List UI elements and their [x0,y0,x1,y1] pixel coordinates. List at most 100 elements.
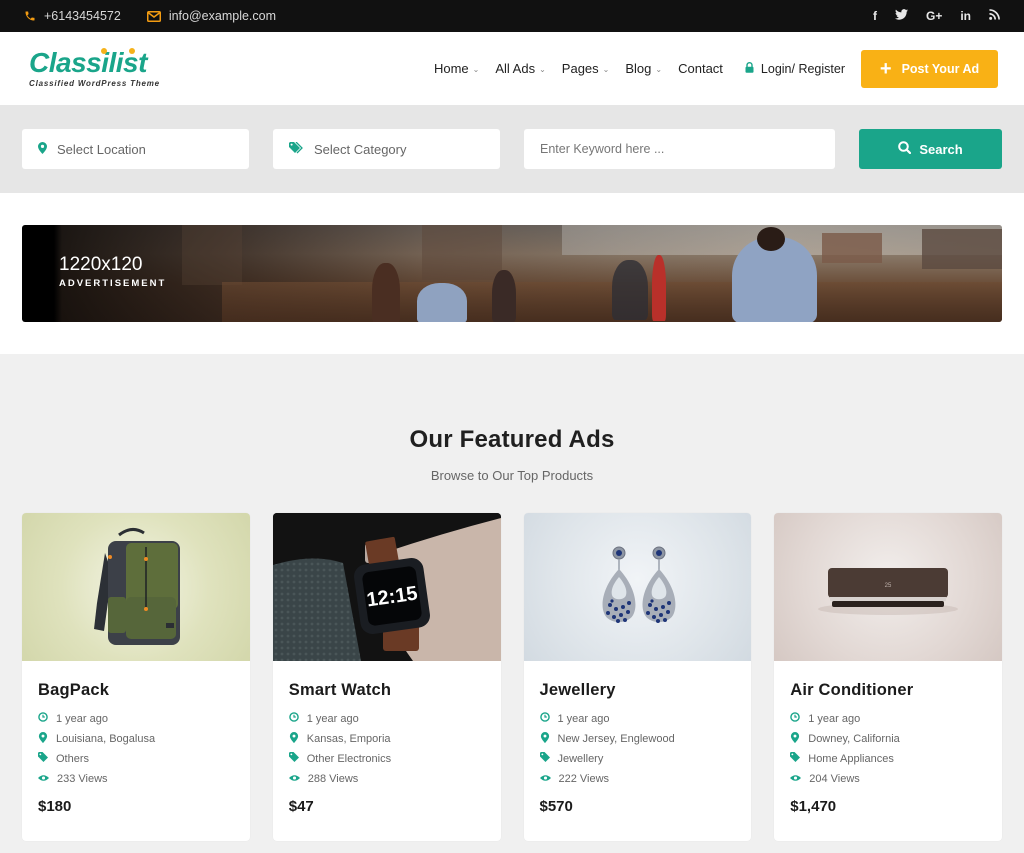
google-plus-icon[interactable]: G+ [926,9,942,23]
ad-price: $1,470 [790,798,837,815]
ad-category: Jewellery [539,752,736,765]
clock-icon [38,712,48,725]
phone-number: +6143454572 [44,9,121,23]
category-select[interactable]: Select Category [273,129,500,169]
envelope-icon [146,10,161,22]
ad-meta: 1 year ago Kansas, Emporia Other Electro… [288,712,485,785]
location-select[interactable]: Select Location [22,129,249,169]
smart-watch-image[interactable]: 12:15 [272,513,501,661]
earring-left [602,546,635,623]
ad-location: New Jersey, Englewood [540,731,736,746]
banner-person [492,270,516,322]
ad-views: 233 Views [38,772,234,785]
ad-price: $180 [38,798,72,815]
ad-location: Downey, California [790,731,986,745]
banner-building [182,225,242,285]
chevron-down-icon: ⌄ [602,65,610,74]
ad-card[interactable]: 25 Air Conditioner 1 year ago Downey, Ca… [774,513,1002,841]
ad-meta: 1 year ago New Jersey, Englewood Jewelle… [539,712,736,785]
eye-icon [539,773,551,785]
map-pin-icon [38,141,47,157]
ad-title[interactable]: BagPack [38,681,234,700]
phone-icon [24,10,36,22]
clock-icon [288,712,299,725]
lock-icon [745,61,754,76]
rss-icon[interactable] [989,9,1000,23]
advertisement-banner[interactable]: 1220x120 ADVERTISEMENT [22,225,1002,322]
top-bar: +6143454572 info@example.com f G+ in [0,0,1024,32]
logo-dot [101,47,107,54]
ad-title[interactable]: Smart Watch [289,681,485,700]
ad-card-list: BagPack 1 year ago Louisiana, Bogalusa O… [0,513,1024,841]
chevron-down-icon: ⌄ [655,65,663,74]
nav-item-blog[interactable]: Blog ⌄ [617,61,670,76]
keyword-input[interactable] [540,142,819,156]
ad-location: Louisiana, Bogalusa [38,731,234,745]
advertisement-text: 1220x120 ADVERTISEMENT [59,255,166,290]
search-button[interactable]: Search [859,129,1002,169]
section-title: Our Featured Ads [409,426,615,453]
ad-posted-time: 1 year ago [790,712,986,725]
ad-posted-time: 1 year ago [288,712,485,725]
banner-person [417,283,467,322]
nav-item-home[interactable]: Home ⌄ [426,61,487,76]
ad-price: $47 [288,798,314,815]
ad-card[interactable]: 12:15 Smart Watch 1 year ago Kansas, Emp… [272,513,501,841]
section-subtitle: Browse to Our Top Products [430,468,594,483]
logo-tagline: Classified WordPress Theme [29,78,160,88]
email-address: info@example.com [168,9,277,23]
tag-icon [539,752,550,765]
tag-icon [38,752,48,765]
logo-dot [129,47,135,54]
nav-item-pages[interactable]: Pages ⌄ [554,61,618,76]
keyword-field[interactable] [524,129,835,169]
nav-item-contact[interactable]: Contact [670,61,731,76]
map-pin-icon [540,731,550,746]
ad-views: 288 Views [288,772,485,785]
eye-icon [790,773,802,785]
post-your-ad-button[interactable]: + Post Your Ad [861,49,998,88]
tag-icon [790,752,801,765]
backpack-image[interactable] [22,513,250,661]
banner-person [757,227,785,251]
earrings-image[interactable] [523,513,752,661]
ad-meta: 1 year ago Louisiana, Bogalusa Others 23… [38,712,234,785]
ad-title[interactable]: Air Conditioner [790,681,986,700]
ad-posted-time: 1 year ago [539,712,736,725]
contact-info: +6143454572 info@example.com [24,9,276,23]
eye-icon [38,773,49,785]
site-logo[interactable]: Classilist Classified WordPress Theme [29,46,189,88]
ad-card-body: Jewellery 1 year ago New Jersey, Englewo… [524,661,752,815]
ad-views: 222 Views [539,772,736,785]
air-conditioner-image[interactable]: 25 [774,513,1002,661]
phone-contact[interactable]: +6143454572 [24,9,121,23]
ad-views: 204 Views [790,772,986,785]
banner-building [922,229,1002,269]
facebook-icon[interactable]: f [873,9,877,23]
advertisement-section: 1220x120 ADVERTISEMENT [0,193,1024,354]
search-bar: Select Location Select Category Search [0,105,1024,193]
featured-ads-section: Our Featured Ads Browse to Our Top Produ… [0,354,1024,841]
ad-card-body: BagPack 1 year ago Louisiana, Bogalusa O… [22,661,250,815]
ad-card[interactable]: Jewellery 1 year ago New Jersey, Englewo… [523,513,752,841]
ad-price: $570 [539,798,573,815]
ad-category: Home Appliances [790,752,986,765]
search-icon [898,141,912,157]
map-pin-icon [289,731,299,746]
site-header: Classilist Classified WordPress Theme Ho… [0,32,1024,105]
ad-card-body: Air Conditioner 1 year ago Downey, Calif… [774,661,1002,815]
ad-category: Others [38,752,234,765]
earring-right [642,546,675,623]
ad-posted-time: 1 year ago [38,712,234,725]
banner-person [612,260,648,320]
logo-wordmark: Classilist [29,46,147,78]
chevron-down-icon: ⌄ [472,65,480,74]
ad-title[interactable]: Jewellery [540,681,736,700]
email-contact[interactable]: info@example.com [146,9,277,23]
tags-icon [289,141,304,157]
ad-card[interactable]: BagPack 1 year ago Louisiana, Bogalusa O… [22,513,250,841]
login-register-link[interactable]: Login/ Register [745,62,845,76]
linkedin-icon[interactable]: in [960,9,971,23]
twitter-icon[interactable] [894,9,908,23]
nav-item-all-ads[interactable]: All Ads ⌄ [487,61,553,76]
